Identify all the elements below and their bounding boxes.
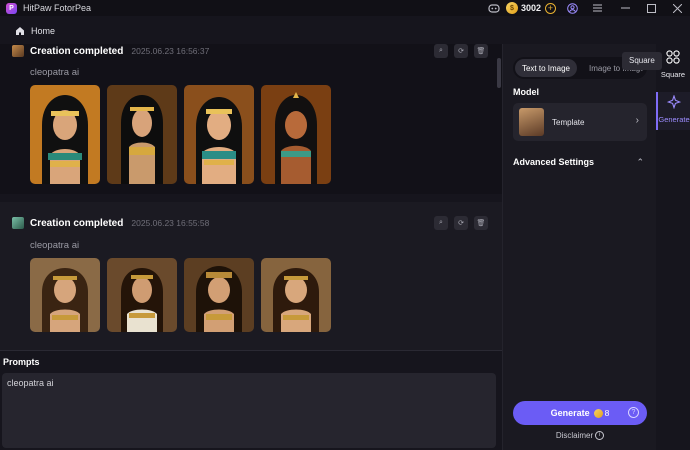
nav-label-square: Square	[660, 70, 686, 79]
zoom-icon[interactable]: ⌕	[434, 216, 448, 230]
creation-timestamp: 2025.06.23 16:55:58	[131, 218, 210, 228]
creation-card: Creation completed 2025.06.23 16:56:37 ⌕…	[0, 44, 502, 194]
app-title: HitPaw FotorPea	[23, 3, 92, 13]
chevron-up-icon[interactable]: ⌃	[636, 157, 644, 168]
settings-panel: Text to Image Image to Image Model Templ…	[502, 44, 656, 450]
image-gallery	[30, 258, 331, 332]
delete-icon[interactable]: 🗑	[474, 216, 488, 230]
discord-icon[interactable]	[484, 0, 504, 16]
model-name: Template	[552, 117, 585, 127]
generate-label: Generate	[550, 408, 590, 418]
generated-image[interactable]	[30, 258, 100, 332]
disclaimer-link[interactable]: Disclaimer i	[503, 431, 657, 441]
home-icon[interactable]	[15, 26, 25, 36]
app-window: P HitPaw FotorPea $ 3002 + Home Creation…	[0, 0, 690, 450]
coin-icon	[593, 408, 603, 418]
generated-image[interactable]	[261, 258, 331, 332]
generated-image[interactable]	[30, 85, 100, 184]
nav-label-generate: Generate	[658, 115, 690, 124]
minimize-icon[interactable]	[612, 0, 638, 16]
coin-icon: $	[505, 2, 518, 14]
creation-feed[interactable]: Creation completed 2025.06.23 16:56:37 ⌕…	[0, 44, 502, 350]
disclaimer-label: Disclaimer	[555, 431, 594, 440]
generated-image[interactable]	[184, 258, 254, 332]
maximize-icon[interactable]	[638, 0, 664, 16]
model-heading: Model	[513, 87, 539, 97]
nav-item-generate[interactable]: Generate	[656, 92, 690, 130]
creation-prompt: cleopatra ai	[30, 240, 80, 251]
creation-timestamp: 2025.06.23 16:56:37	[131, 46, 210, 56]
prompts-heading: Prompts	[3, 357, 40, 367]
generated-image[interactable]	[107, 85, 177, 184]
menu-icon[interactable]	[582, 0, 612, 16]
home-link[interactable]: Home	[31, 26, 55, 36]
tab-text-to-image[interactable]: Text to Image	[515, 59, 577, 77]
creation-title: Creation completed	[30, 217, 124, 229]
generated-image[interactable]	[184, 85, 254, 184]
breadcrumb: Home	[0, 18, 690, 44]
side-nav: Square Generate	[656, 44, 690, 450]
model-thumbnail	[519, 108, 544, 136]
coin-balance[interactable]: $ 3002 +	[505, 2, 556, 14]
regenerate-icon[interactable]: ⟳	[454, 44, 468, 58]
regenerate-icon[interactable]: ⟳	[454, 216, 468, 230]
prompt-input[interactable]: cleopatra ai	[2, 373, 496, 448]
info-icon: i	[595, 431, 605, 441]
generate-button[interactable]: Generate 8 ?	[513, 401, 647, 425]
delete-icon[interactable]: 🗑	[474, 44, 488, 58]
prompts-panel: Prompts cleopatra ai	[0, 350, 502, 450]
creation-prompt: cleopatra ai	[30, 67, 80, 78]
creation-card: Creation completed 2025.06.23 16:55:58 ⌕…	[0, 202, 502, 350]
feed-scrollbar[interactable]	[497, 58, 501, 88]
generated-image[interactable]	[107, 258, 177, 332]
app-logo-icon: P	[6, 2, 17, 14]
tooltip: Square	[622, 52, 662, 70]
close-icon[interactable]	[664, 0, 690, 16]
user-icon[interactable]	[562, 0, 582, 16]
chevron-right-icon: ›	[635, 115, 639, 126]
advanced-settings-toggle[interactable]: Advanced Settings	[513, 157, 594, 167]
zoom-icon[interactable]: ⌕	[434, 44, 448, 58]
creation-title: Creation completed	[30, 45, 124, 57]
creation-thumbnail-icon	[12, 217, 24, 229]
model-selector[interactable]: Template ›	[513, 103, 647, 141]
generate-cost: 8	[604, 408, 610, 418]
coin-count: 3002	[520, 3, 541, 13]
title-bar: P HitPaw FotorPea $ 3002 +	[0, 0, 690, 16]
add-coins-button[interactable]: +	[545, 2, 556, 14]
generated-image[interactable]	[261, 85, 331, 184]
help-icon[interactable]: ?	[628, 407, 639, 418]
image-gallery	[30, 85, 331, 184]
sparkle-icon	[658, 94, 690, 113]
creation-thumbnail-icon	[12, 45, 24, 57]
